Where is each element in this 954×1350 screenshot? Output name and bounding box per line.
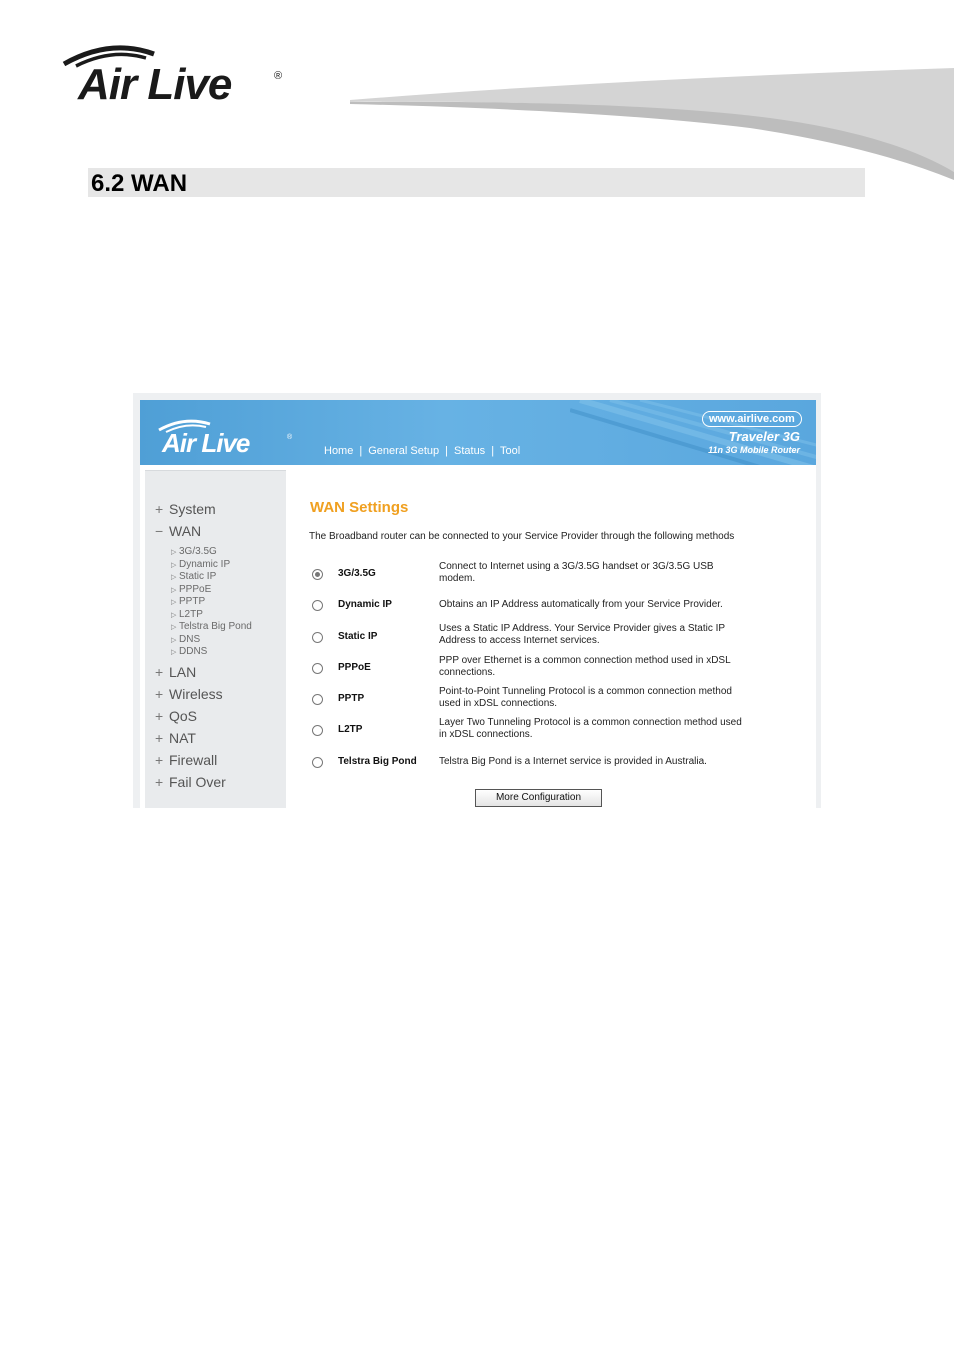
nav-separator: | <box>445 445 448 457</box>
product-name: Traveler 3G <box>728 429 800 444</box>
sidebar-item-label: Wireless <box>169 686 223 702</box>
submenu-dns[interactable]: ▷ DNS <box>171 634 200 645</box>
top-nav: Home | General Setup | Status | Tool <box>322 445 522 457</box>
triangle-right-icon: ▷ <box>171 624 177 631</box>
header-swoosh <box>350 68 954 180</box>
sidebar-item-label: QoS <box>169 708 198 724</box>
option-desc-l2tp: Layer Two Tunneling Protocol is a common… <box>439 717 742 740</box>
expand-icon: + <box>155 774 164 790</box>
section-title: 6.2 WAN <box>91 170 188 197</box>
registered-mark: ® <box>274 70 283 82</box>
page-title: WAN Settings <box>310 499 409 516</box>
triangle-right-icon: ▷ <box>171 649 177 656</box>
logo-text: Air Live <box>78 60 232 109</box>
radio-pppoe[interactable] <box>312 663 323 674</box>
intro-text: The Broadband router can be connected to… <box>309 531 735 542</box>
radio-l2tp[interactable] <box>312 725 323 736</box>
triangle-right-icon: ▷ <box>171 636 177 644</box>
sidebar-item-nat[interactable]: + NAT <box>155 730 196 746</box>
sidebar-item-label: LAN <box>169 664 197 680</box>
radio-static-ip[interactable] <box>312 632 323 643</box>
sidebar-item-wireless[interactable]: + Wireless <box>155 686 223 702</box>
sidebar-item-label: NAT <box>169 730 196 746</box>
expand-icon: + <box>155 752 164 768</box>
nav-home[interactable]: Home <box>322 445 355 457</box>
triangle-right-icon: ▷ <box>171 561 177 569</box>
submenu-3g[interactable]: ▷ 3G/3.5G <box>171 546 217 557</box>
option-label-l2tp: L2TP <box>338 724 363 735</box>
router-ui-screenshot: Air Live ® Home | General Setup | Status… <box>133 393 821 808</box>
sidebar-item-label: System <box>169 501 216 517</box>
more-configuration-button[interactable]: More Configuration <box>475 789 602 807</box>
expand-icon: + <box>155 501 164 517</box>
sidebar-item-label: WAN <box>169 523 202 539</box>
nav-status[interactable]: Status <box>452 445 487 457</box>
router-logo: Air Live <box>162 428 250 458</box>
expand-icon: + <box>155 708 164 724</box>
option-label-pptp: PPTP <box>338 693 365 704</box>
submenu-l2tp[interactable]: ▷ L2TP <box>171 609 203 620</box>
sidebar-item-label: Fail Over <box>169 774 226 790</box>
triangle-right-icon: ▷ <box>171 586 177 594</box>
router-header-banner: Air Live ® Home | General Setup | Status… <box>140 400 816 465</box>
triangle-right-icon: ▷ <box>171 549 177 556</box>
router-ui-page: Air Live ® Home | General Setup | Status… <box>140 400 816 808</box>
expand-icon: + <box>155 664 164 680</box>
collapse-icon: − <box>155 523 164 539</box>
submenu-static-ip[interactable]: ▷ Static IP <box>171 571 216 582</box>
expand-icon: + <box>155 730 164 746</box>
submenu-telstra[interactable]: ▷ Telstra Big Pond <box>171 621 252 632</box>
radio-pptp[interactable] <box>312 694 323 705</box>
section-heading-bar: 6.2 WAN <box>88 168 865 197</box>
radio-dynamic-ip[interactable] <box>312 600 323 611</box>
sidebar: + System − WAN ▷ 3G/3.5G ▷ Dynamic IP ▷ Stati… <box>145 470 286 808</box>
triangle-right-icon: ▷ <box>171 599 177 606</box>
submenu-dynamic-ip[interactable]: ▷ Dynamic IP <box>171 559 230 570</box>
submenu-pppoe[interactable]: ▷ PPPoE <box>171 584 211 595</box>
nav-tool[interactable]: Tool <box>498 445 522 457</box>
option-label-3g: 3G/3.5G <box>338 568 376 579</box>
option-label-telstra: Telstra Big Pond <box>338 756 417 767</box>
website-link[interactable]: www.airlive.com <box>702 411 802 427</box>
option-desc-3g: Connect to Internet using a 3G/3.5G hand… <box>439 561 714 584</box>
airlive-logo: Air Live ® <box>62 42 302 112</box>
radio-telstra[interactable] <box>312 757 323 768</box>
sidebar-item-wan[interactable]: − WAN <box>155 523 201 539</box>
option-desc-dynamic-ip: Obtains an IP Address automatically from… <box>439 599 723 610</box>
option-label-dynamic-ip: Dynamic IP <box>338 599 392 610</box>
option-label-static-ip: Static IP <box>338 631 378 642</box>
registered-mark: ® <box>287 434 293 441</box>
option-desc-pptp: Point-to-Point Tunneling Protocol is a c… <box>439 686 732 709</box>
expand-icon: + <box>155 686 164 702</box>
sidebar-item-lan[interactable]: + LAN <box>155 664 196 680</box>
radio-3g[interactable] <box>312 569 323 580</box>
submenu-pptp[interactable]: ▷ PPTP <box>171 596 205 607</box>
option-desc-telstra: Telstra Big Pond is a Internet service i… <box>439 756 707 767</box>
nav-separator: | <box>491 445 495 457</box>
triangle-right-icon: ▷ <box>171 611 177 619</box>
sidebar-item-firewall[interactable]: + Firewall <box>155 752 217 768</box>
submenu-ddns[interactable]: ▷ DDNS <box>171 646 207 657</box>
sidebar-item-system[interactable]: + System <box>155 501 216 517</box>
option-desc-static-ip: Uses a Static IP Address. Your Service P… <box>439 623 725 646</box>
product-subtitle: 11n 3G Mobile Router <box>708 445 800 455</box>
nav-separator: | <box>359 445 363 457</box>
triangle-right-icon: ▷ <box>171 574 177 581</box>
nav-general-setup[interactable]: General Setup <box>366 445 441 457</box>
sidebar-item-label: Firewall <box>169 752 218 768</box>
sidebar-item-fail-over[interactable]: + Fail Over <box>155 774 226 790</box>
option-label-pppoe: PPPoE <box>338 662 371 673</box>
sidebar-item-qos[interactable]: + QoS <box>155 708 197 724</box>
option-desc-pppoe: PPP over Ethernet is a common connection… <box>439 655 731 678</box>
